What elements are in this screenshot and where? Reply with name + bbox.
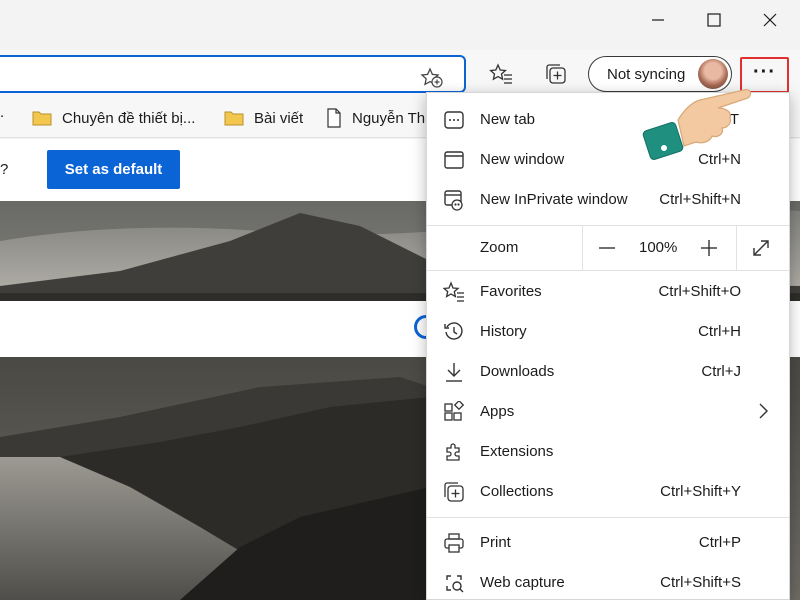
zoom-label: Zoom xyxy=(480,239,519,256)
menu-item-apps[interactable]: Apps xyxy=(427,392,789,432)
zoom-divider xyxy=(582,226,583,270)
chevron-right-icon xyxy=(759,403,768,419)
menu-item-shortcut: Ctrl+J xyxy=(701,363,741,380)
menu-item-label: New tab xyxy=(480,111,536,128)
menu-item-label: Downloads xyxy=(480,363,555,380)
menu-divider xyxy=(427,517,789,518)
menu-item-shortcut: Ctrl+Shift+Y xyxy=(660,483,741,500)
zoom-control: Zoom 100% xyxy=(427,226,789,270)
web-capture-icon xyxy=(446,575,464,593)
new-tab-icon xyxy=(444,111,464,129)
set-as-default-button[interactable]: Set as default xyxy=(47,150,180,189)
add-favorite-button[interactable] xyxy=(420,67,444,94)
pointing-hand-icon xyxy=(642,89,752,160)
favorites-leading-text: . xyxy=(0,104,5,121)
favorites-list-icon xyxy=(489,63,512,84)
folder-icon xyxy=(32,111,52,126)
menu-item-print[interactable]: Print Ctrl+P xyxy=(427,523,789,563)
menu-item-label: Collections xyxy=(480,483,554,500)
menu-item-favorites[interactable]: Favorites Ctrl+Shift+O xyxy=(427,272,789,312)
maximize-icon xyxy=(707,13,721,27)
minimize-icon xyxy=(652,19,664,21)
favorite-label: Nguyễn Th xyxy=(352,109,426,127)
favorite-label: Chuyên đề thiết bị... xyxy=(62,109,196,127)
zoom-value: 100% xyxy=(639,239,678,256)
new-window-icon xyxy=(444,151,464,169)
favorite-item[interactable]: Nguyễn Th xyxy=(326,106,425,130)
zoom-in-button[interactable] xyxy=(697,236,721,260)
close-button[interactable] xyxy=(742,0,798,40)
download-icon xyxy=(446,363,462,382)
minus-icon xyxy=(599,247,615,249)
plus-icon xyxy=(701,240,717,256)
menu-item-extensions[interactable]: Extensions xyxy=(427,432,789,472)
collections-icon xyxy=(546,64,566,84)
collections-button[interactable] xyxy=(544,63,568,90)
menu-item-collections[interactable]: Collections Ctrl+Shift+Y xyxy=(427,472,789,512)
maximize-button[interactable] xyxy=(686,0,742,40)
menu-item-label: Favorites xyxy=(480,283,542,300)
menu-item-shortcut: Ctrl+H xyxy=(698,323,741,340)
inprivate-window-icon xyxy=(444,190,463,211)
favorite-label: Bài viết xyxy=(254,109,304,127)
expand-icon xyxy=(753,240,769,256)
favorites-list-icon xyxy=(443,281,464,302)
menu-item-label: Web capture xyxy=(480,574,565,591)
address-bar[interactable] xyxy=(0,55,466,93)
print-icon xyxy=(444,533,464,553)
truncated-prompt-text: ? xyxy=(0,161,9,178)
menu-item-label: Print xyxy=(480,534,511,551)
menu-item-shortcut: Ctrl+P xyxy=(698,534,741,551)
history-icon xyxy=(444,322,463,340)
page-icon xyxy=(327,108,341,128)
extensions-icon xyxy=(446,443,460,461)
zoom-out-button[interactable] xyxy=(595,236,619,260)
menu-item-new-inprivate-window[interactable]: New InPrivate window Ctrl+Shift+N xyxy=(427,180,789,220)
menu-item-shortcut: Ctrl+Shift+N xyxy=(659,191,741,208)
menu-item-history[interactable]: History Ctrl+H xyxy=(427,312,789,352)
favorite-item[interactable]: Chuyên đề thiết bị... xyxy=(32,106,195,130)
menu-item-label: History xyxy=(480,323,527,340)
zoom-divider xyxy=(736,226,737,270)
favorites-hub-button[interactable] xyxy=(489,63,513,90)
menu-item-label: New InPrivate window xyxy=(480,191,628,208)
minimize-button[interactable] xyxy=(630,0,686,40)
star-add-icon xyxy=(420,67,443,88)
favorite-item[interactable]: Bài viết xyxy=(224,106,303,130)
menu-item-downloads[interactable]: Downloads Ctrl+J xyxy=(427,352,789,392)
menu-item-label: Apps xyxy=(480,403,515,420)
collections-icon xyxy=(444,482,464,502)
full-screen-button[interactable] xyxy=(749,236,773,260)
menu-item-web-capture[interactable]: Web capture Ctrl+Shift+S xyxy=(427,563,789,600)
menu-item-label: New window xyxy=(480,151,565,168)
menu-item-shortcut: Ctrl+Shift+S xyxy=(660,574,741,591)
close-icon xyxy=(763,13,777,27)
menu-item-label: Extensions xyxy=(480,443,554,460)
menu-divider xyxy=(427,270,789,271)
title-bar xyxy=(0,0,800,50)
menu-item-shortcut: Ctrl+Shift+O xyxy=(658,283,741,300)
apps-icon xyxy=(444,401,465,421)
folder-icon xyxy=(224,111,244,126)
